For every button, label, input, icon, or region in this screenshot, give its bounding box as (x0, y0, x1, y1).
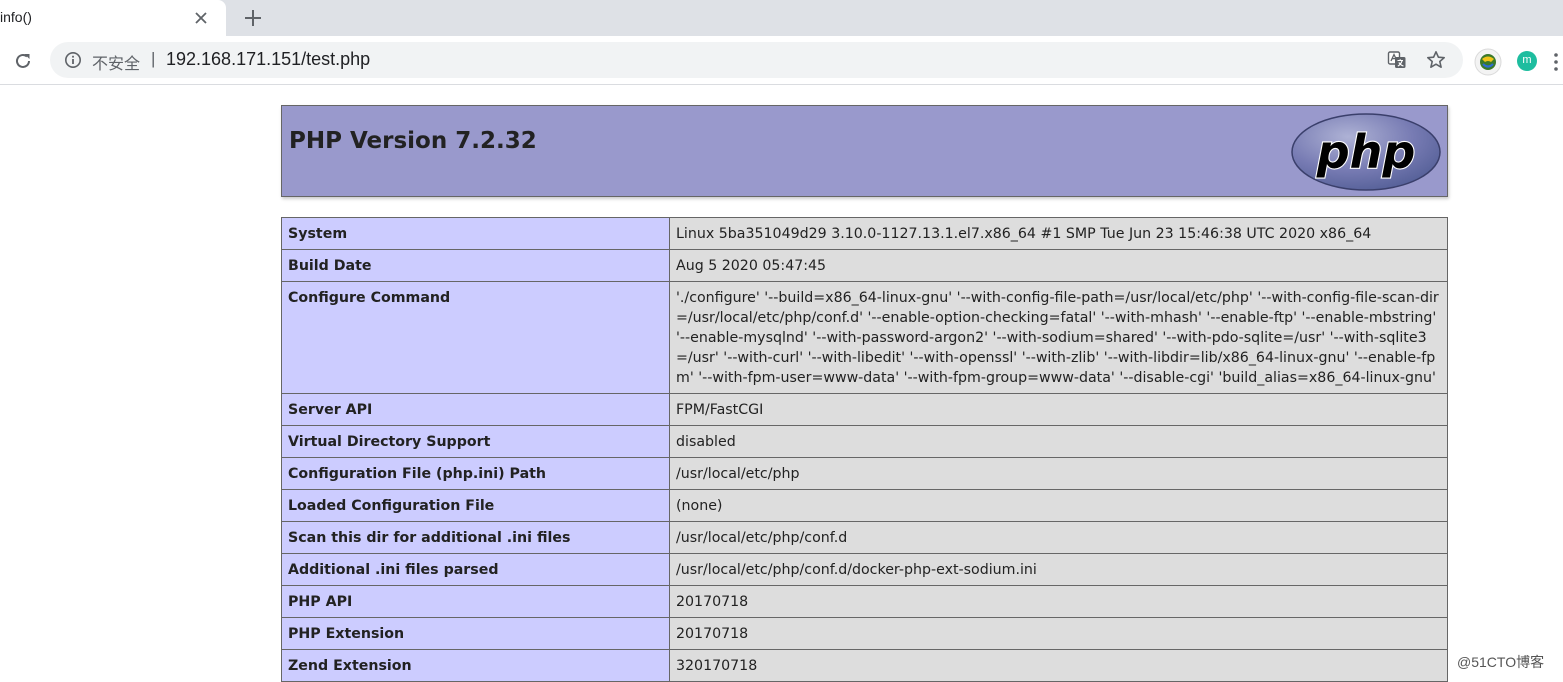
table-row: Zend Extension 320170718 (281, 649, 1448, 682)
more-vert-icon[interactable] (1552, 52, 1560, 72)
star-icon[interactable] (1425, 49, 1447, 71)
row-key: PHP Extension (281, 617, 670, 650)
row-value: FPM/FastCGI (669, 393, 1448, 426)
tab-title: info() (0, 9, 32, 25)
address-bar[interactable]: 不安全 | 192.168.171.151/test.php (50, 42, 1463, 78)
table-row: Build Date Aug 5 2020 05:47:45 (281, 249, 1448, 282)
browser-tab[interactable]: info() (0, 0, 226, 36)
watermark: @51CTO博客 (1454, 651, 1548, 673)
table-row: System Linux 5ba351049d29 3.10.0-1127.13.… (281, 217, 1448, 250)
browser-toolbar: 不安全 | 192.168.171.151/test.php (0, 36, 1563, 85)
table-row: Additional .ini files parsed/usr/local/e… (281, 553, 1448, 586)
row-value: disabled (669, 425, 1448, 458)
extension-icon[interactable] (1474, 48, 1502, 76)
php-info-table: System Linux 5ba351049d29 3.10.0-1127.13.… (281, 217, 1448, 682)
row-key: Additional .ini files parsed (281, 553, 670, 586)
row-key: Configuration File (php.ini) Path (281, 457, 670, 490)
row-key: Server API (281, 393, 670, 426)
row-key: Zend Extension (281, 649, 670, 682)
table-row: PHP Extension 20170718 (281, 617, 1448, 650)
security-label[interactable]: 不安全 (92, 50, 140, 74)
info-icon[interactable] (64, 51, 82, 69)
php-header: PHP Version 7.2.32 php (281, 105, 1448, 197)
row-value: Aug 5 2020 05:47:45 (669, 249, 1448, 282)
close-icon[interactable] (192, 9, 210, 27)
row-value: 20170718 (669, 585, 1448, 618)
table-row: Server API FPM/FastCGI (281, 393, 1448, 426)
row-key: PHP API (281, 585, 670, 618)
row-value: Linux 5ba351049d29 3.10.0-1127.13.1.el7.… (669, 217, 1448, 250)
url-text[interactable]: 192.168.171.151/test.php (166, 49, 370, 70)
row-value: /usr/local/etc/php/conf.d (669, 521, 1448, 554)
page-title: PHP Version 7.2.32 (289, 128, 537, 154)
php-logo: php (1291, 113, 1441, 191)
row-key: Configure Command (281, 281, 670, 394)
row-key: Scan this dir for additional .ini files (281, 521, 670, 554)
tab-strip: info() (0, 0, 1563, 36)
table-row: Configure Command './configure' '--build=… (281, 281, 1448, 394)
table-row: Configuration File (php.ini) Path/usr/lo… (281, 457, 1448, 490)
php-logo-text: php (1316, 125, 1416, 179)
row-value: /usr/local/etc/php (669, 457, 1448, 490)
table-row: Loaded Configuration File (none) (281, 489, 1448, 522)
row-value: 320170718 (669, 649, 1448, 682)
row-key: Build Date (281, 249, 670, 282)
table-row: Virtual Directory Support disabled (281, 425, 1448, 458)
row-value: './configure' '--build=x86_64-linux-gnu'… (669, 281, 1448, 394)
row-key: Virtual Directory Support (281, 425, 670, 458)
table-row: PHP API 20170718 (281, 585, 1448, 618)
row-value: (none) (669, 489, 1448, 522)
reload-icon[interactable] (12, 50, 34, 72)
row-value: 20170718 (669, 617, 1448, 650)
table-row: Scan this dir for additional .ini files /… (281, 521, 1448, 554)
row-key: Loaded Configuration File (281, 489, 670, 522)
row-key: System (281, 217, 670, 250)
plus-icon[interactable] (242, 7, 264, 29)
profile-avatar[interactable]: m (1517, 51, 1537, 71)
url-separator: | (151, 49, 156, 68)
row-value: /usr/local/etc/php/conf.d/docker-php-ext… (669, 553, 1448, 586)
translate-icon[interactable] (1387, 50, 1407, 70)
